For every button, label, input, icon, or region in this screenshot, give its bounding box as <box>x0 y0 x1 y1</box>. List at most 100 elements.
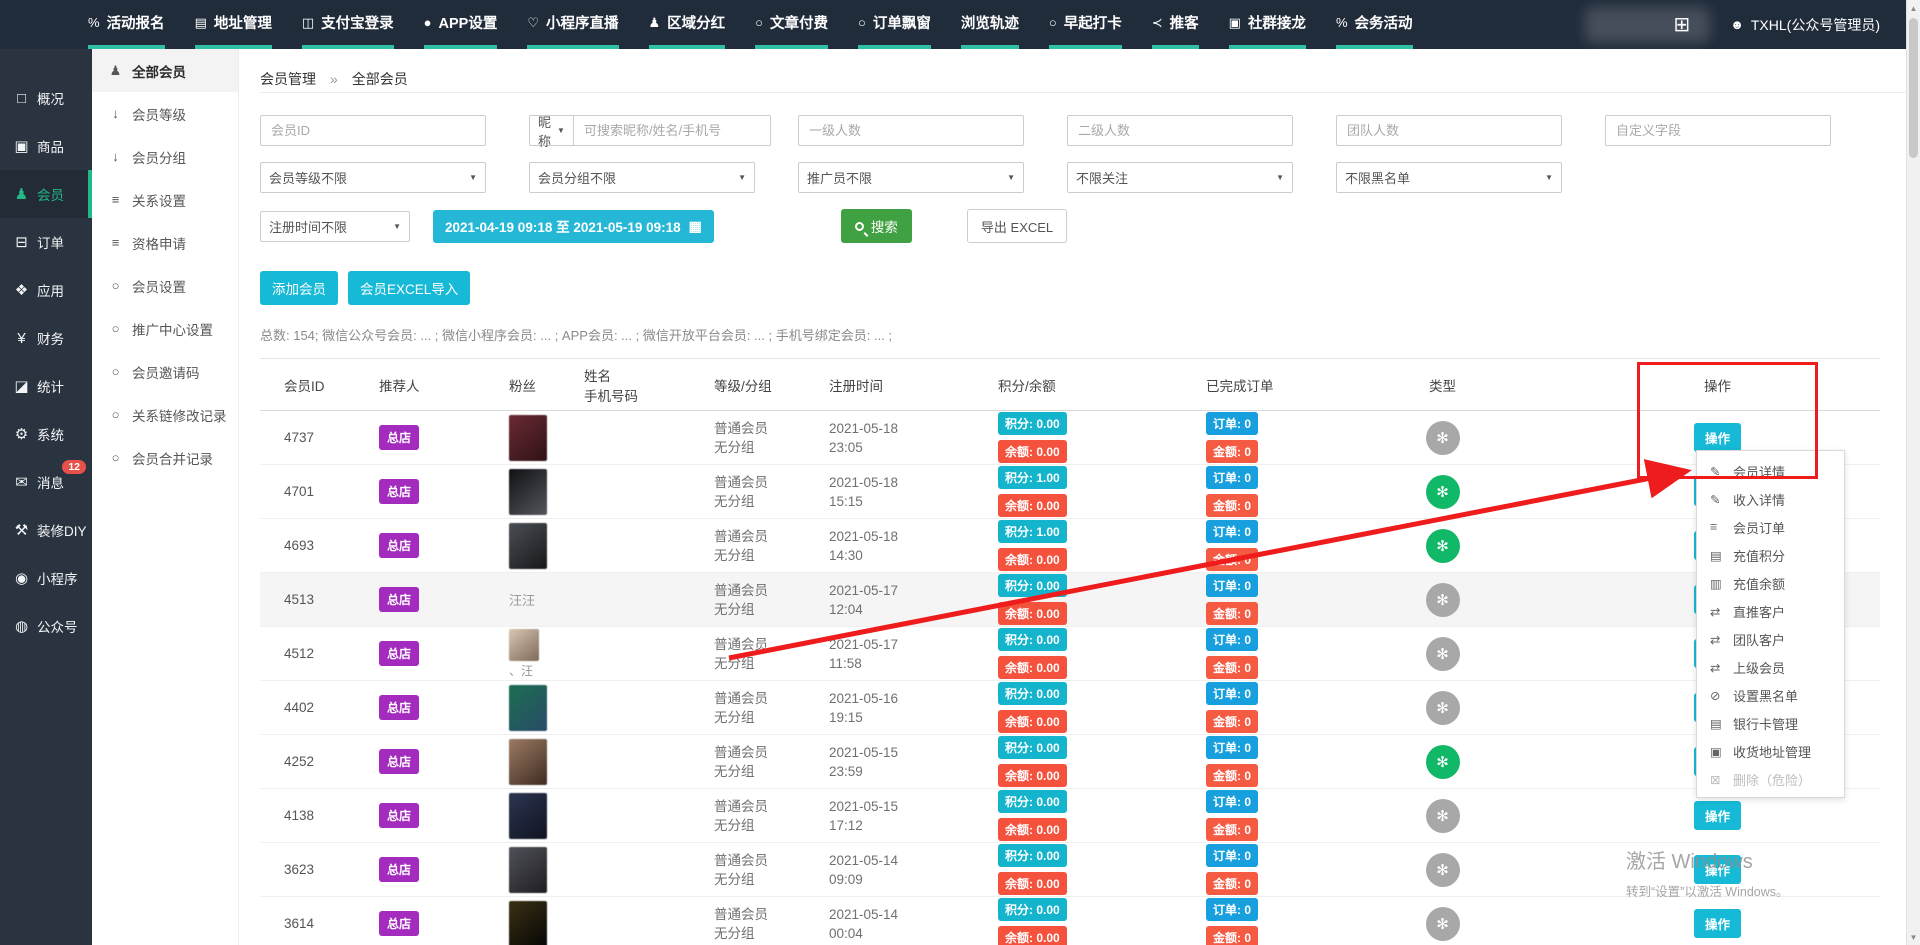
member-excel-import-button[interactable]: 会员EXCEL导入 <box>348 271 470 305</box>
row-operation-button[interactable]: 操作 <box>1694 909 1741 938</box>
dropdown-item-充值余额[interactable]: ▥ 充值余额 <box>1697 569 1844 597</box>
top-nav-item-地址管理[interactable]: ▤ 地址管理 <box>195 0 272 49</box>
dropdown-item-银行卡管理[interactable]: ▤ 银行卡管理 <box>1697 709 1844 737</box>
submenu-item-会员邀请码[interactable]: ○ 会员邀请码 <box>92 350 238 393</box>
top-nav-item-早起打卡[interactable]: ○ 早起打卡 <box>1049 0 1122 49</box>
top-nav-item-社群接龙[interactable]: ▣ 社群接龙 <box>1229 0 1306 49</box>
type-cell: ✻ <box>1330 897 1555 945</box>
sidebar-item-系统[interactable]: ⚙ 系统 <box>0 410 92 458</box>
points-balance-cell: 积分: 0.00 余额: 0.00 <box>930 735 1120 789</box>
filter-select-会员分组不限[interactable]: 会员分组不限 ▼ <box>529 162 755 193</box>
sidebar-item-财务[interactable]: ¥ 财务 <box>0 314 92 362</box>
submenu-item-会员合并记录[interactable]: ○ 会员合并记录 <box>92 436 238 479</box>
dropdown-item-删除（危险）[interactable]: ⊠ 删除（危险） <box>1697 765 1844 793</box>
sidebar-item-统计[interactable]: ◪ 统计 <box>0 362 92 410</box>
top-nav-item-支付宝登录[interactable]: ◫ 支付宝登录 <box>302 0 394 49</box>
exchange-icon: ⇄ <box>1710 660 1725 675</box>
submenu-item-全部会员[interactable]: ♟ 全部会员 <box>92 49 238 92</box>
dropdown-item-直推客户[interactable]: ⇄ 直推客户 <box>1697 597 1844 625</box>
register-time-select[interactable]: 注册时间不限 ▼ <box>260 211 410 242</box>
row-operation-button[interactable]: 操作 <box>1694 855 1741 884</box>
scrollbar-thumb[interactable] <box>1909 18 1918 158</box>
sidebar-item-装修DIY[interactable]: ⚒ 装修DIY <box>0 506 92 554</box>
sidebar-item-公众号[interactable]: ◍ 公众号 <box>0 602 92 650</box>
submenu-item-关系设置[interactable]: ≡ 关系设置 <box>92 178 238 221</box>
type-cell: ✻ <box>1330 627 1555 681</box>
referrer-badge: 总店 <box>379 911 419 936</box>
sidebar-item-概况[interactable]: □ 概况 <box>0 74 92 122</box>
submenu-item-会员分组[interactable]: ↓ 会员分组 <box>92 135 238 178</box>
filter-select-不限黑名单[interactable]: 不限黑名单 ▼ <box>1336 162 1562 193</box>
breadcrumb-separator: » <box>330 71 338 87</box>
scroll-up-arrow[interactable]: ▲ <box>1907 0 1920 16</box>
dropdown-item-收入详情[interactable]: ✎ 收入详情 <box>1697 485 1844 513</box>
points-balance-cell: 积分: 0.00 余额: 0.00 <box>930 627 1120 681</box>
filter-input-自定义字段[interactable] <box>1605 115 1831 146</box>
name-cell <box>560 627 690 681</box>
add-member-button[interactable]: 添加会员 <box>260 271 338 305</box>
top-nav-item-文章付费[interactable]: ○ 文章付费 <box>755 0 828 49</box>
wechat-type-icon: ✻ <box>1426 745 1460 779</box>
member-id-input[interactable] <box>260 115 486 146</box>
nickname-type-select[interactable]: 昵称 ▼ <box>529 115 573 146</box>
main-content: 会员管理 » 全部会员 昵称 ▼ 会员等级不限 ▼ 会员分组不限 ▼ 推广员不限… <box>239 49 1906 945</box>
vertical-scrollbar[interactable]: ▲ ▼ <box>1906 0 1920 945</box>
filter-input-一级人数[interactable] <box>798 115 1024 146</box>
dropdown-item-充值积分[interactable]: ▤ 充值积分 <box>1697 541 1844 569</box>
list-icon: ≡ <box>1710 520 1725 534</box>
sidebar-item-订单[interactable]: ⊟ 订单 <box>0 218 92 266</box>
sidebar-item-应用[interactable]: ❖ 应用 <box>0 266 92 314</box>
submenu-item-资格申请[interactable]: ≡ 资格申请 <box>92 221 238 264</box>
dropdown-item-会员详情[interactable]: ✎ 会员详情 <box>1697 457 1844 485</box>
row-operation-button[interactable]: 操作 <box>1694 801 1741 830</box>
dropdown-item-团队客户[interactable]: ⇄ 团队客户 <box>1697 625 1844 653</box>
balance-badge: 余额: 0.00 <box>998 710 1067 733</box>
top-nav-item-区域分红[interactable]: ♟ 区域分红 <box>649 0 726 49</box>
breadcrumb-section[interactable]: 会员管理 <box>260 69 316 89</box>
register-time-cell: 2021-05-1400:04 <box>805 897 930 945</box>
search-button[interactable]: 搜索 <box>841 209 912 243</box>
row-operation-button[interactable]: 操作 <box>1694 423 1741 452</box>
filter-input-二级人数[interactable] <box>1067 115 1293 146</box>
user-menu[interactable]: ☻ TXHL(公众号管理员) <box>1730 15 1880 35</box>
balance-badge: 余额: 0.00 <box>998 440 1067 463</box>
alipay-icon: ◫ <box>302 15 314 31</box>
submenu-item-会员设置[interactable]: ○ 会员设置 <box>92 264 238 307</box>
column-header: 类型 <box>1330 359 1555 411</box>
orders-badge: 订单: 0 <box>1206 682 1258 705</box>
dropdown-item-会员订单[interactable]: ≡ 会员订单 <box>1697 513 1844 541</box>
topnav-right: ⊞ ☻ TXHL(公众号管理员) <box>1673 0 1920 49</box>
edit-icon: ✎ <box>1710 464 1725 479</box>
submenu-item-推广中心设置[interactable]: ○ 推广中心设置 <box>92 307 238 350</box>
top-nav-item-活动报名[interactable]: % 活动报名 <box>88 0 165 49</box>
filter-select-会员等级不限[interactable]: 会员等级不限 ▼ <box>260 162 486 193</box>
filter-select-不限关注[interactable]: 不限关注 ▼ <box>1067 162 1293 193</box>
date-range-button[interactable]: 2021-04-19 09:18 至 2021-05-19 09:18 ▦ <box>433 210 714 243</box>
top-nav-item-推客[interactable]: ≺ 推客 <box>1152 0 1199 49</box>
top-nav-item-订单飘窗[interactable]: ○ 订单飘窗 <box>858 0 931 49</box>
export-excel-button[interactable]: 导出 EXCEL <box>967 209 1067 243</box>
sidebar-item-商品[interactable]: ▣ 商品 <box>0 122 92 170</box>
scroll-down-arrow[interactable]: ▼ <box>1907 929 1920 945</box>
nickname-search-input[interactable] <box>573 115 771 146</box>
top-nav-item-APP设置[interactable]: ● APP设置 <box>424 0 498 49</box>
user-icon: ☻ <box>1730 17 1744 32</box>
submenu-item-关系链修改记录[interactable]: ○ 关系链修改记录 <box>92 393 238 436</box>
filter-select-推广员不限[interactable]: 推广员不限 ▼ <box>798 162 1024 193</box>
submenu-item-会员等级[interactable]: ↓ 会员等级 <box>92 92 238 135</box>
dropdown-item-设置黑名单[interactable]: ⊘ 设置黑名单 <box>1697 681 1844 709</box>
sidebar-item-会员[interactable]: ♟ 会员 <box>0 170 92 218</box>
dropdown-item-上级会员[interactable]: ⇄ 上级会员 <box>1697 653 1844 681</box>
dropdown-item-收货地址管理[interactable]: ▣ 收货地址管理 <box>1697 737 1844 765</box>
sidebar-item-小程序[interactable]: ◉ 小程序 <box>0 554 92 602</box>
points-badge: 积分: 0.00 <box>998 790 1067 813</box>
top-nav-item-浏览轨迹[interactable]: 浏览轨迹 <box>961 0 1019 49</box>
sidebar-item-消息[interactable]: ✉ 消息 12 <box>0 458 92 506</box>
top-nav-item-会务活动[interactable]: % 会务活动 <box>1336 0 1413 49</box>
filter-input-团队人数[interactable] <box>1336 115 1562 146</box>
orders-badge: 订单: 0 <box>1206 520 1258 543</box>
type-cell: ✻ <box>1330 735 1555 789</box>
points-badge: 积分: 1.00 <box>998 466 1067 489</box>
cart-icon: ⊟ <box>13 233 30 251</box>
top-nav-item-小程序直播[interactable]: ♡ 小程序直播 <box>527 0 618 49</box>
